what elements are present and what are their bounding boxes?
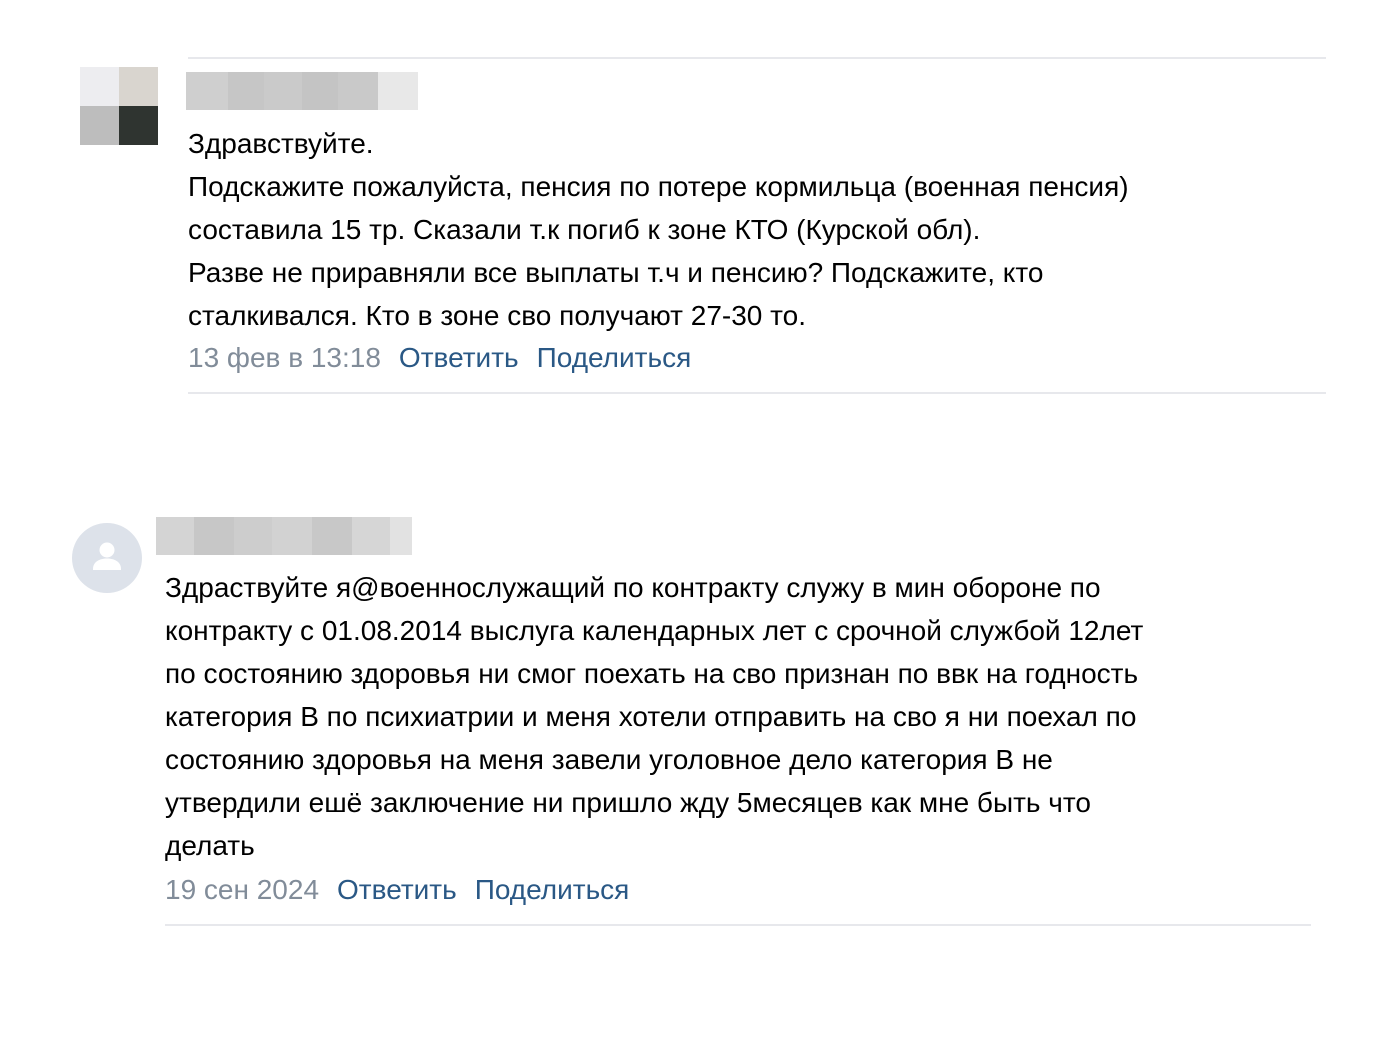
comment-text-line: категория В по психиатрии и меня хотели … — [165, 701, 1137, 732]
comments-page: Здравствуйте. Подскажите пожалуйста, пен… — [0, 0, 1400, 1050]
comment-date[interactable]: 19 сен 2024 — [165, 874, 319, 905]
divider — [165, 924, 1311, 926]
comment-text-line: делать — [165, 830, 255, 861]
share-link[interactable]: Поделиться — [475, 874, 630, 905]
comment-text: Здраствуйте я@военнослужащий по контракт… — [165, 566, 1315, 867]
comment-text-line: по состоянию здоровья ни смог поехать на… — [165, 658, 1139, 689]
comment: Здраствуйте я@военнослужащий по контракт… — [0, 0, 1400, 1050]
default-user-avatar-icon[interactable] — [72, 523, 142, 593]
comment-text-line: контракту с 01.08.2014 выслуга календарн… — [165, 615, 1144, 646]
comment-text-line: состоянию здоровья на меня завели уголов… — [165, 744, 1053, 775]
comment-text-line: Здраствуйте я@военнослужащий по контракт… — [165, 572, 1101, 603]
comment-meta: 19 сен 2024 Ответить Поделиться — [165, 872, 647, 908]
redacted-author-name[interactable] — [156, 517, 412, 555]
comment-text-line: утвердили ешё заключение ни пришло жду 5… — [165, 787, 1091, 818]
user-silhouette-icon — [93, 542, 121, 570]
reply-link[interactable]: Ответить — [337, 874, 457, 905]
